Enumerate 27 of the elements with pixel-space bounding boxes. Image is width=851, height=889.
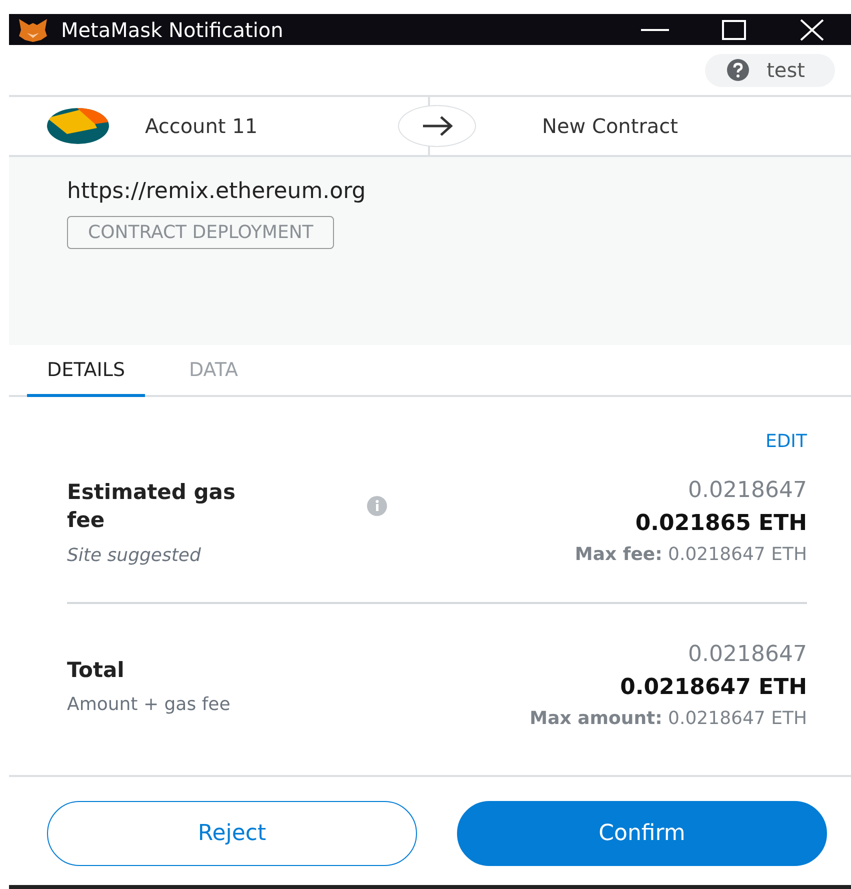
tab[interactable]: DATA xyxy=(169,345,258,397)
arrow-right-icon xyxy=(421,114,453,138)
row-title: Total xyxy=(67,656,126,684)
row-subtitle: Amount + gas fee xyxy=(67,694,232,715)
row-title: Estimated gas fee xyxy=(67,479,236,534)
tab[interactable]: DETAILS xyxy=(27,345,146,397)
close-icon xyxy=(799,18,825,40)
primary-amount: 0.0218647 ETH xyxy=(620,674,807,700)
primary-amount: 0.021865 ETH xyxy=(635,511,807,536)
row-subtitle: Site suggested xyxy=(67,544,202,566)
maximize-icon xyxy=(721,20,747,40)
info-icon xyxy=(367,496,387,516)
max-amount: Max amount: 0.0218647 ETH xyxy=(530,708,807,729)
origin-url: https://remix.ethereum.org xyxy=(67,179,366,204)
recipient-label: New Contract xyxy=(542,114,678,138)
transaction-type-badge: CONTRACT DEPLOYMENT xyxy=(67,216,334,249)
account-name: Account 11 xyxy=(145,114,258,138)
help-icon xyxy=(726,59,749,81)
edit-link[interactable]: EDIT xyxy=(765,431,807,452)
window-title: MetaMask Notification xyxy=(61,18,284,42)
secondary-amount: 0.0218647 xyxy=(688,642,807,667)
max-amount: Max fee: 0.0218647 ETH xyxy=(574,544,807,565)
reject-button[interactable]: Reject xyxy=(47,801,417,866)
network-selector[interactable]: test xyxy=(704,54,835,86)
minimize-icon xyxy=(641,28,669,30)
confirm-button[interactable]: Confirm xyxy=(457,801,827,866)
secondary-amount: 0.0218647 xyxy=(688,478,807,503)
